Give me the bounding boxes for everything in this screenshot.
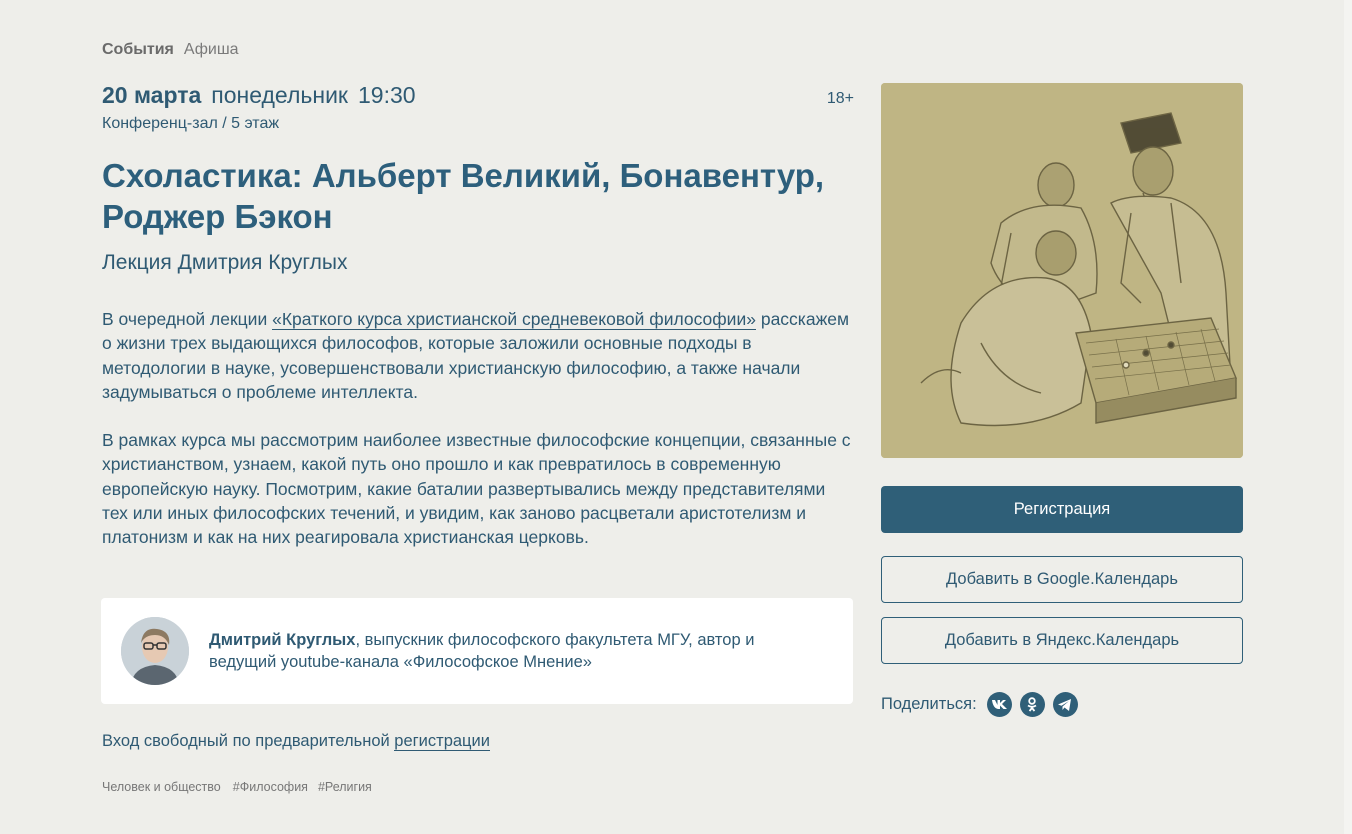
tag-item[interactable]: #Религия <box>318 780 372 794</box>
tag-item[interactable]: Человек и общество <box>102 780 221 794</box>
registration-link[interactable]: регистрации <box>394 732 490 751</box>
speaker-avatar <box>121 617 189 685</box>
free-entry-note: Вход свободный по предварительной регист… <box>102 732 490 751</box>
age-rating: 18+ <box>826 90 854 107</box>
add-google-calendar-button[interactable]: Добавить в Google.Календарь <box>881 556 1243 603</box>
breadcrumb-events-link[interactable]: События <box>102 41 174 59</box>
event-datetime: 20 марта понедельник 19:30 18+ <box>102 82 854 109</box>
event-time: 19:30 <box>357 82 416 108</box>
vk-icon[interactable] <box>986 692 1012 717</box>
description-paragraph-1: В очередной лекции «Краткого курса христ… <box>102 307 854 404</box>
event-sidebar: Регистрация Добавить в Google.Календарь … <box>881 83 1243 717</box>
free-entry-text: Вход свободный по предварительной <box>102 732 395 750</box>
description-text: В очередной лекции <box>102 309 273 329</box>
share-label: Поделиться: <box>881 695 977 713</box>
event-date: 20 марта <box>102 82 202 108</box>
scrollbar[interactable] <box>1344 0 1352 834</box>
tag-item[interactable]: #Философия <box>233 780 308 794</box>
event-venue: Конференц-зал / 5 этаж <box>102 115 280 132</box>
event-weekday: понедельник <box>211 82 348 108</box>
event-poster-image <box>881 83 1243 458</box>
description-paragraph-2: В рамках курса мы рассмотрим наиболее из… <box>102 430 851 548</box>
speaker-name: Дмитрий Круглых <box>209 631 356 649</box>
speaker-card: Дмитрий Круглых, выпускник философского … <box>101 598 853 704</box>
breadcrumb: События Афиша <box>102 41 239 59</box>
event-title: Схоластика: Альберт Великий, Бонавентур,… <box>102 157 825 235</box>
register-button[interactable]: Регистрация <box>881 486 1243 533</box>
share-bar: Поделиться: <box>881 692 1243 717</box>
breadcrumb-afisha-link[interactable]: Афиша <box>184 41 239 59</box>
event-subtitle: Лекция Дмитрия Круглых <box>102 251 348 274</box>
add-yandex-calendar-button[interactable]: Добавить в Яндекс.Календарь <box>881 617 1243 664</box>
course-link[interactable]: «Краткого курса христианской средневеков… <box>272 309 756 330</box>
odnoklassniki-icon[interactable] <box>1019 692 1045 717</box>
telegram-icon[interactable] <box>1052 692 1078 717</box>
event-description: В очередной лекции «Краткого курса христ… <box>102 307 854 550</box>
tags: Человек и общество #Философия #Религия <box>102 780 372 794</box>
speaker-bio: Дмитрий Круглых, выпускник философского … <box>209 629 789 673</box>
event-main: 20 марта понедельник 19:30 18+ Конференц… <box>102 82 854 550</box>
